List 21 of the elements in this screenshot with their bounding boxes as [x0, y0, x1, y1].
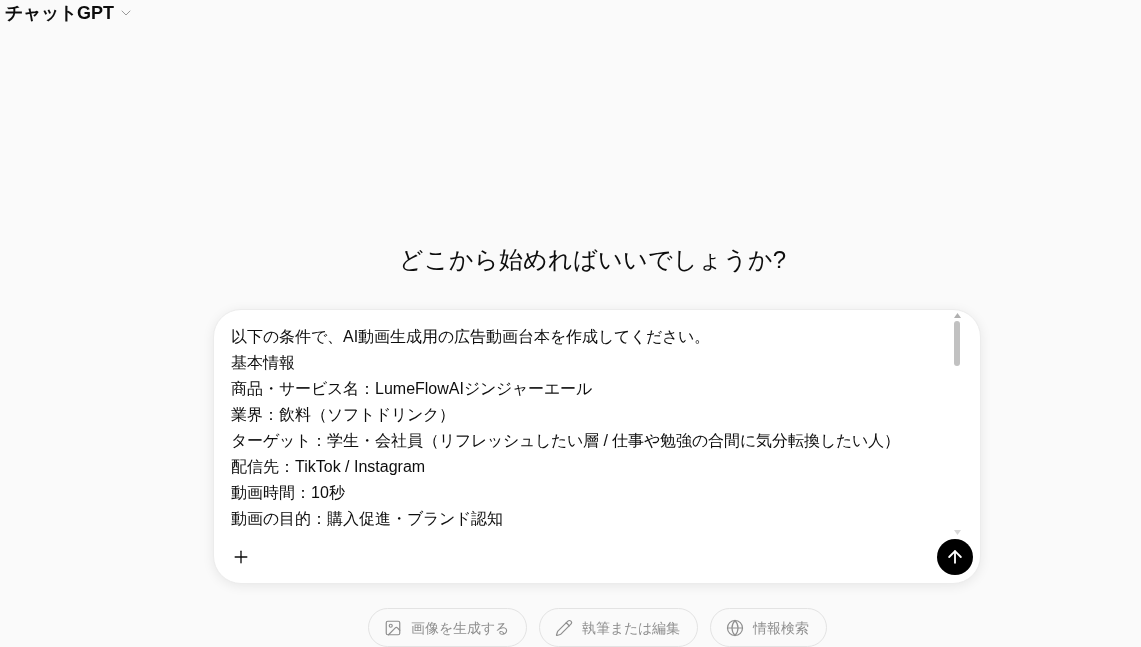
message-text-line: 以下の条件で、AI動画生成用の広告動画台本を作成してください。 [231, 327, 711, 347]
message-text-line: 動画時間：10秒 [231, 483, 345, 503]
message-text-line: ターゲット：学生・会社員（リフレッシュしたい層 / 仕事や勉強の合間に気分転換したい人） [231, 431, 901, 451]
message-text-line: 動画の目的：購入促進・ブランド認知 [231, 509, 503, 529]
suggestion-button[interactable]: 執筆または編集 [538, 608, 698, 647]
image-icon [383, 618, 402, 637]
message-input[interactable]: 以下の条件で、AI動画生成用の広告動画台本を作成してください。 基本情報 商品・サービス名：LumeFlowAIジンジャーエール 業界：飲料（ソフトドリンク） ターゲット：学生・会社員（リフレッシュしたい層 / 仕事や勉強の合間に気分転換したい人） 配信先：TikTok / Instagram 動画時間：10秒 動画の目的：購入促進・ブランド認知 [231, 324, 951, 532]
suggestion-button[interactable]: 画像を生成する [367, 608, 527, 647]
scroll-down-arrow-icon[interactable] [953, 530, 961, 535]
scrollbar-thumb[interactable] [954, 321, 960, 366]
message-text-line: 配信先：TikTok / Instagram [231, 457, 426, 477]
app-title[interactable]: チャットGPT [5, 2, 114, 24]
globe-icon [725, 618, 744, 637]
message-text-line: 商品・サービス名：LumeFlowAIジンジャーエール [231, 379, 592, 399]
message-text-line: 業界：飲料（ソフトドリンク） [231, 405, 455, 425]
pencil-icon [554, 618, 573, 637]
suggestion-button[interactable]: 情報検索 [709, 608, 827, 647]
scroll-up-arrow-icon[interactable] [953, 313, 961, 318]
send-button[interactable] [937, 539, 973, 575]
message-text-line: 基本情報 [231, 353, 295, 373]
page-heading: どこから始めればいいでしょうか? [398, 245, 787, 275]
